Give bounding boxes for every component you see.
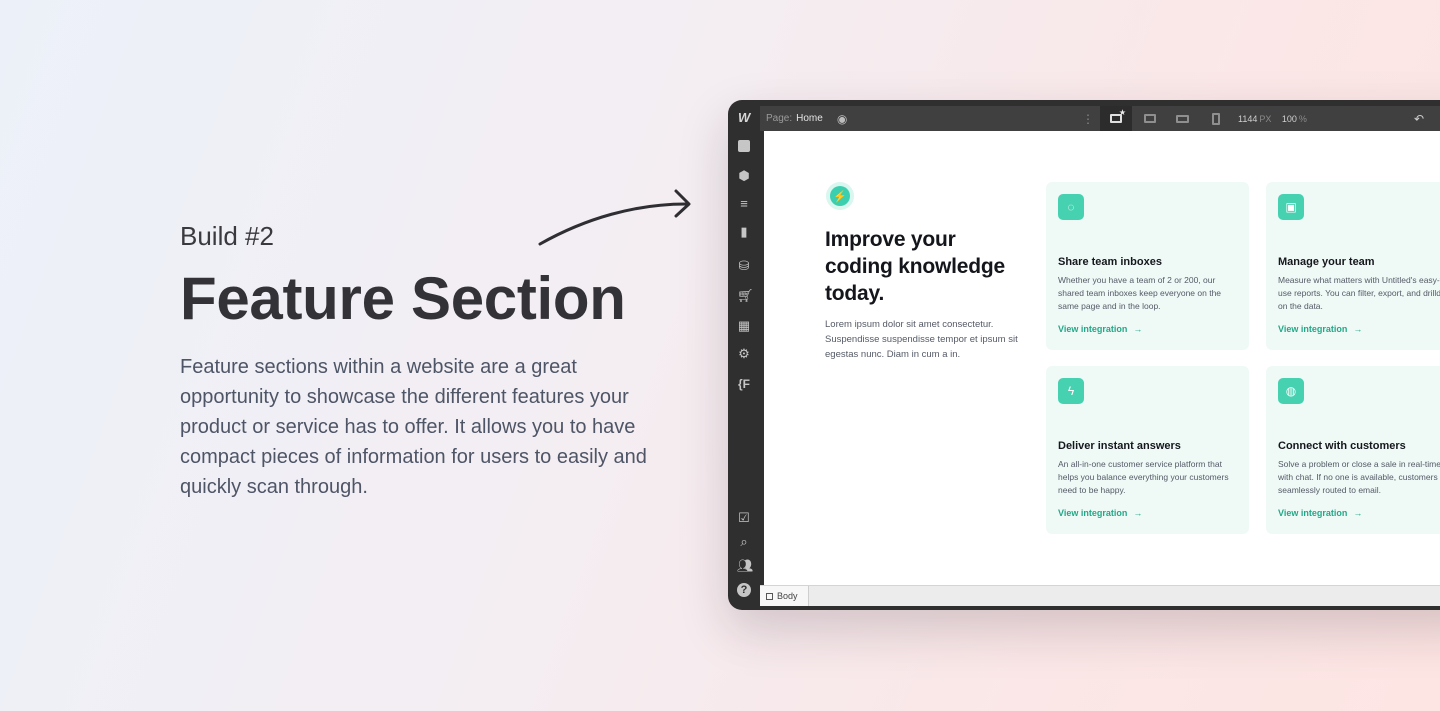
webflow-logo[interactable]: W [738, 110, 750, 125]
canvas-width-unit: PX [1259, 113, 1272, 124]
mobile-portrait-breakpoint-button[interactable] [1200, 106, 1232, 131]
editor-left-sidebar: ⬢ ≡ ▮ ⛁ 🛒︎ ▦ ⚙ {F ☑ ⌕ 👥︎ ? [728, 131, 760, 610]
card-description: Solve a problem or close a sale in real-… [1278, 459, 1440, 495]
help-icon[interactable]: ? [737, 583, 751, 597]
card-description: An all-in-one customer service platform … [1058, 459, 1229, 495]
intro: Build #2 Feature Section Feature section… [180, 218, 660, 502]
arrow-right-icon: → [1133, 508, 1143, 518]
mobile-portrait-icon [1212, 112, 1220, 125]
link-label: View integration [1278, 324, 1348, 334]
checklist-icon[interactable]: ☑ [737, 511, 751, 525]
hero-title: Improve your coding knowledge today. [825, 228, 1005, 305]
canvas-width: 1144 [1238, 113, 1258, 124]
breadcrumb-body[interactable]: Body [760, 586, 809, 606]
feature-card: ◍ Connect with customers Solve a problem… [1266, 366, 1440, 534]
view-integration-link[interactable]: View integration → [1058, 324, 1142, 334]
page-label: Page: [766, 113, 793, 124]
arrow-right-icon: → [1353, 508, 1363, 518]
canvas-size-readout: 1144 PX 100% [1238, 114, 1307, 124]
view-integration-link[interactable]: View integration → [1278, 508, 1362, 518]
navigator-icon[interactable]: ≡ [737, 197, 751, 211]
feature-card: ▣ Manage your team Measure what matters … [1266, 182, 1440, 350]
mobile-landscape-icon [1175, 114, 1189, 123]
card-title: Manage your team [1278, 256, 1375, 268]
card-title: Share team inboxes [1058, 256, 1162, 268]
more-breakpoints-icon[interactable]: ⋮ [1082, 112, 1094, 126]
message-icon: ◍ [1278, 378, 1304, 404]
ecommerce-icon[interactable]: 🛒︎ [737, 289, 754, 303]
arrow-right-icon: → [1353, 324, 1363, 334]
webflow-editor-window: W Page: Home ◉ ⋮ ★ 1144 PX 100% ↶ ⬢ ≡ ▮ ⛁… [728, 100, 1440, 610]
link-label: View integration [1058, 508, 1128, 518]
assets-icon[interactable]: ▦ [737, 319, 751, 333]
link-label: View integration [1058, 324, 1128, 334]
code-icon[interactable]: {F [735, 377, 753, 391]
lightning-icon: ϟ [1058, 378, 1084, 404]
pages-icon[interactable]: ▮ [737, 225, 751, 239]
cms-icon[interactable]: ⛁ [737, 259, 751, 273]
feature-card: ◌ Share team inboxes Whether you have a … [1046, 182, 1249, 350]
zoom-level: 100 [1281, 113, 1297, 124]
settings-icon[interactable]: ⚙ [737, 347, 751, 361]
arrow-right-icon: → [1133, 324, 1143, 334]
chart-icon: ▣ [1278, 194, 1304, 220]
star-icon: ★ [1118, 108, 1126, 117]
feature-card: ϟ Deliver instant answers An all-in-one … [1046, 366, 1249, 534]
breadcrumb-bar: Body [760, 585, 1440, 606]
card-title: Connect with customers [1278, 440, 1406, 452]
arrow-icon [538, 189, 691, 246]
users-icon[interactable]: 👥︎ [737, 559, 754, 573]
box-icon[interactable]: ⬢ [737, 169, 751, 183]
hero-icon: ⚡ [826, 182, 854, 210]
tablet-breakpoint-button[interactable] [1134, 106, 1166, 131]
card-title: Deliver instant answers [1058, 440, 1181, 452]
intro-description: Feature sections within a website are a … [180, 356, 647, 498]
search-icon[interactable]: ⌕ [737, 535, 751, 549]
feature-section-title: Feature Section [180, 265, 626, 332]
card-description: Whether you have a team of 2 or 200, our… [1058, 275, 1222, 311]
breadcrumb-label: Body [777, 591, 798, 601]
page-selector[interactable]: Home [796, 113, 823, 124]
card-description: Measure what matters with Untitled's eas… [1278, 275, 1440, 311]
add-icon[interactable] [737, 139, 751, 153]
design-canvas[interactable]: ⚡ Improve your coding knowledge today. L… [764, 131, 1440, 585]
desktop-breakpoint-button[interactable]: ★ [1100, 106, 1132, 131]
link-label: View integration [1278, 508, 1348, 518]
editor-topbar: Page: Home ◉ ⋮ ★ 1144 PX 100% ↶ [760, 106, 1440, 131]
view-integration-link[interactable]: View integration → [1058, 508, 1142, 518]
body-element-icon [766, 592, 773, 600]
mobile-landscape-breakpoint-button[interactable] [1166, 106, 1198, 131]
tablet-icon [1144, 114, 1156, 123]
hero-description: Lorem ipsum dolor sit amet consectetur. … [825, 319, 1018, 360]
chat-icon: ◌ [1058, 194, 1084, 220]
zoom-unit: % [1298, 113, 1307, 124]
view-integration-link[interactable]: View integration → [1278, 324, 1362, 334]
undo-icon[interactable]: ↶ [1414, 112, 1424, 126]
eye-icon[interactable]: ◉ [837, 112, 847, 126]
